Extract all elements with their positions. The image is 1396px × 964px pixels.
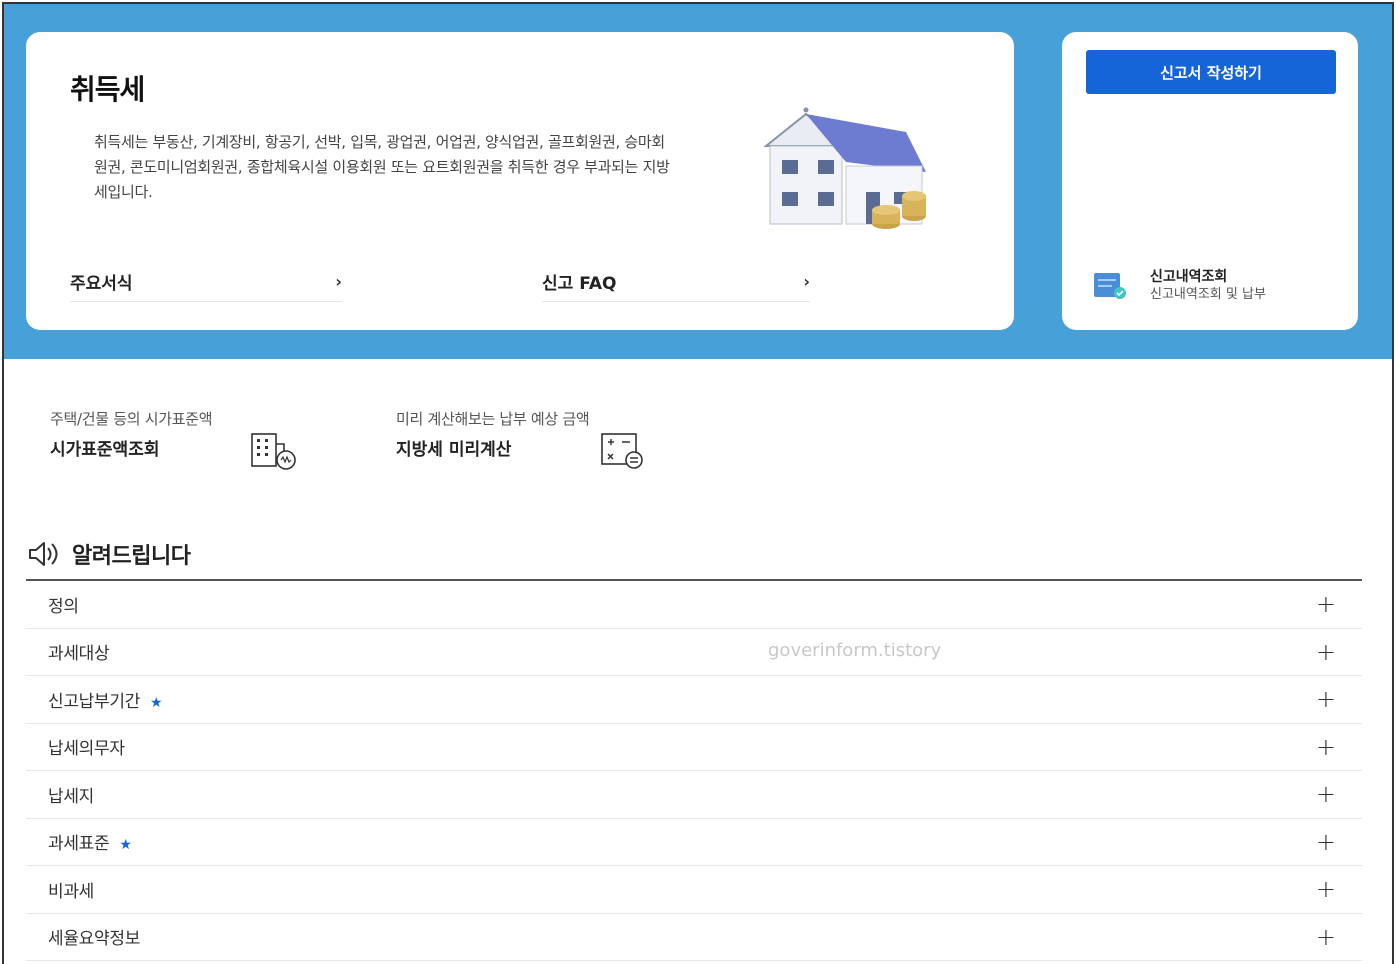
forms-link[interactable]: 주요서식 › bbox=[70, 262, 342, 302]
plus-icon[interactable]: + bbox=[1316, 592, 1336, 616]
watermark-text: goverinform.tistory bbox=[768, 640, 942, 661]
speaker-icon bbox=[29, 542, 58, 566]
accordion-label: 신고납부기간 bbox=[48, 691, 141, 712]
history-title: 신고내역조회 bbox=[1150, 269, 1228, 285]
accordion-item-definition[interactable]: 정의 + bbox=[26, 581, 1362, 629]
local-tax-calculator[interactable]: 미리 계산해보는 납부 예상 금액 지방세 미리계산 bbox=[396, 408, 656, 469]
standard-price-lookup[interactable]: 주택/건물 등의 시가표준액 시가표준액조회 bbox=[50, 408, 310, 470]
history-subtitle: 신고내역조회 및 납부 bbox=[1150, 287, 1266, 302]
forms-link-label: 주요서식 bbox=[70, 274, 133, 294]
tax-info-card: 취득세 취득세는 부동산, 기계장비, 항공기, 선박, 입목, 광업권, 어업… bbox=[26, 32, 1014, 330]
write-report-button[interactable]: 신고서 작성하기 bbox=[1086, 50, 1336, 94]
accordion-label: 과세대상 bbox=[48, 644, 110, 665]
chevron-right-icon: › bbox=[335, 272, 342, 291]
chevron-right-icon: › bbox=[803, 272, 810, 291]
accordion-item-tax-base[interactable]: 과세표준 ★ + bbox=[26, 819, 1362, 866]
accordion-item-filing-period[interactable]: 신고납부기간 ★ + bbox=[26, 676, 1362, 724]
notice-accordion: 정의 + 과세대상 + 신고납부기간 ★ + 납세의무자 + 납세지 + 과세표준… bbox=[26, 581, 1362, 961]
plus-icon[interactable]: + bbox=[1316, 830, 1336, 854]
accordion-label: 납세의무자 bbox=[48, 739, 125, 760]
plus-icon[interactable]: + bbox=[1316, 782, 1336, 806]
accordion-label: 과세표준 bbox=[48, 834, 110, 855]
plus-icon[interactable]: + bbox=[1316, 925, 1336, 949]
quick-subtitle: 주택/건물 등의 시가표준액 bbox=[50, 410, 213, 428]
side-actions-card: 신고서 작성하기 신고내역조회 신고내역조회 및 납부 bbox=[1062, 32, 1358, 330]
plus-icon[interactable]: + bbox=[1316, 640, 1336, 664]
tax-description: 취득세는 부동산, 기계장비, 항공기, 선박, 입목, 광업권, 어업권, 양… bbox=[94, 133, 670, 201]
accordion-item-taxpayer[interactable]: 납세의무자 + bbox=[26, 724, 1362, 771]
notice-header: 알려드립니다 bbox=[26, 538, 191, 570]
plus-icon[interactable]: + bbox=[1316, 687, 1336, 711]
accordion-label: 납세지 bbox=[48, 786, 95, 807]
accordion-label: 비과세 bbox=[48, 881, 95, 902]
faq-link[interactable]: 신고 FAQ › bbox=[542, 262, 810, 302]
document-check-icon bbox=[1094, 273, 1126, 299]
star-icon: ★ bbox=[150, 694, 163, 711]
star-icon: ★ bbox=[119, 837, 132, 854]
report-history-link[interactable]: 신고내역조회 신고내역조회 및 납부 bbox=[1092, 268, 1266, 304]
plus-icon[interactable]: + bbox=[1316, 877, 1336, 901]
quick-subtitle: 미리 계산해보는 납부 예상 금액 bbox=[396, 410, 590, 428]
house-illustration bbox=[763, 107, 926, 229]
notice-title: 알려드립니다 bbox=[72, 544, 191, 569]
plus-icon[interactable]: + bbox=[1316, 735, 1336, 759]
accordion-item-tax-rate-summary[interactable]: 세율요약정보 + bbox=[26, 914, 1362, 961]
accordion-item-taxable-objects[interactable]: 과세대상 + bbox=[26, 629, 1362, 676]
calculator-icon bbox=[601, 433, 643, 469]
page-frame: 취득세 취득세는 부동산, 기계장비, 항공기, 선박, 입목, 광업권, 어업… bbox=[2, 2, 1394, 964]
faq-link-label: 신고 FAQ bbox=[542, 274, 617, 294]
page-title: 취득세 bbox=[70, 73, 145, 106]
accordion-item-tax-place[interactable]: 납세지 + bbox=[26, 771, 1362, 819]
building-calc-icon bbox=[251, 433, 296, 470]
accordion-label: 세율요약정보 bbox=[48, 929, 141, 950]
hero-banner: 취득세 취득세는 부동산, 기계장비, 항공기, 선박, 입목, 광업권, 어업… bbox=[4, 4, 1392, 359]
accordion-item-non-taxable[interactable]: 비과세 + bbox=[26, 866, 1362, 914]
accordion-label: 정의 bbox=[48, 596, 79, 617]
